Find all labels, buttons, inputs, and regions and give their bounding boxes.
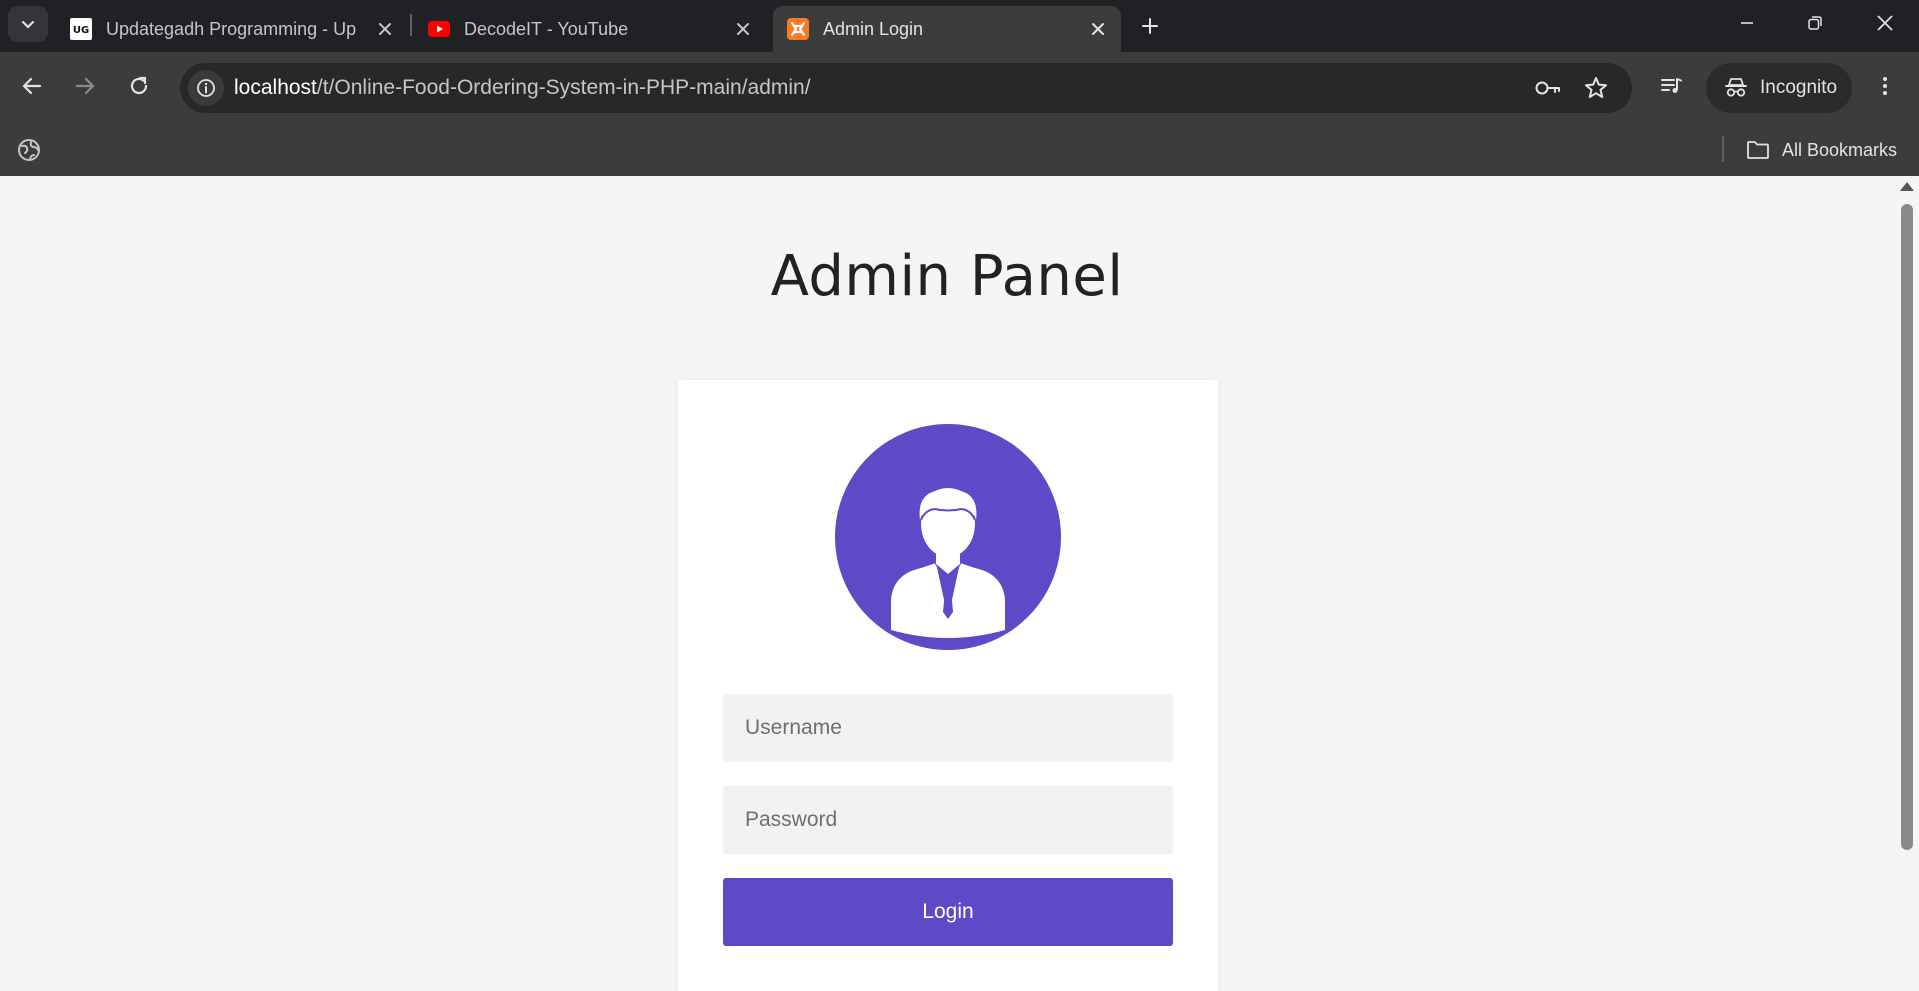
close-icon — [379, 23, 391, 35]
password-input[interactable] — [723, 786, 1173, 854]
plus-icon — [1142, 18, 1158, 34]
admin-avatar — [835, 424, 1061, 650]
close-tab-button[interactable] — [730, 16, 756, 42]
queue-music-icon — [1661, 78, 1682, 93]
tab-title: Admin Login — [823, 18, 924, 39]
tab-admin-login[interactable]: Admin Login — [773, 6, 1121, 52]
close-icon — [737, 23, 749, 35]
url-text: localhost/t/Online-Food-Ordering-System-… — [234, 76, 811, 100]
incognito-label: Incognito — [1760, 77, 1838, 98]
page-viewport: Admin Panel Login — [0, 176, 1919, 991]
tab-title: DecodeIT - YouTube — [464, 18, 629, 39]
close-window-button[interactable] — [1851, 0, 1919, 46]
chevron-down-icon — [21, 20, 35, 29]
reload-icon — [130, 76, 148, 95]
svg-text:UG: UG — [73, 25, 89, 36]
tab-strip: UG Updategadh Programming - Up DecodeIT … — [0, 0, 1919, 52]
username-input[interactable] — [723, 694, 1173, 762]
scroll-up-arrow-icon[interactable] — [1900, 182, 1914, 191]
info-icon — [197, 79, 215, 97]
restore-button[interactable] — [1781, 0, 1849, 46]
xampp-icon — [787, 18, 809, 40]
bookmarks-separator — [1722, 136, 1724, 162]
tab-search-button[interactable] — [8, 6, 48, 42]
password-key-button[interactable] — [1534, 74, 1562, 102]
more-vertical-icon — [1883, 77, 1887, 95]
forward-button[interactable] — [65, 66, 105, 106]
youtube-icon — [428, 21, 450, 37]
all-bookmarks-label: All Bookmarks — [1782, 139, 1898, 160]
tab-updategadh[interactable]: UG Updategadh Programming - Up — [56, 6, 408, 52]
scrollbar-thumb[interactable] — [1901, 204, 1913, 850]
bookmark-star-button[interactable] — [1582, 74, 1610, 102]
new-tab-button[interactable] — [1134, 10, 1166, 42]
close-tab-button[interactable] — [1085, 16, 1111, 42]
minimize-button[interactable] — [1713, 0, 1781, 46]
page-scrollbar[interactable] — [1894, 176, 1919, 991]
browser-toolbar: localhost/t/Online-Food-Ordering-System-… — [0, 52, 1919, 124]
address-bar[interactable]: localhost/t/Online-Food-Ordering-System-… — [180, 63, 1632, 113]
star-icon — [1585, 77, 1607, 98]
globe-icon[interactable] — [16, 137, 42, 163]
close-icon — [1092, 23, 1104, 35]
minimize-icon — [1741, 22, 1753, 24]
arrow-right-icon — [75, 77, 95, 95]
bookmarks-bar: All Bookmarks — [0, 124, 1919, 177]
all-bookmarks-button[interactable]: All Bookmarks — [1746, 136, 1897, 164]
login-card: Login — [678, 380, 1218, 991]
site-info-button[interactable] — [188, 70, 224, 106]
close-icon — [1877, 15, 1893, 31]
incognito-indicator[interactable]: Incognito — [1706, 63, 1852, 113]
updategadh-logo-icon: UG — [70, 18, 92, 40]
user-avatar-icon — [891, 488, 1005, 638]
key-icon — [1535, 81, 1560, 95]
back-button[interactable] — [12, 66, 52, 106]
url-path: /t/Online-Food-Ordering-System-in-PHP-ma… — [316, 76, 811, 99]
restore-icon — [1808, 16, 1822, 30]
close-tab-button[interactable] — [372, 16, 398, 42]
tab-decodeit-youtube[interactable]: DecodeIT - YouTube — [414, 6, 766, 52]
browser-menu-button[interactable] — [1865, 66, 1905, 106]
reload-button[interactable] — [119, 66, 159, 106]
media-controls-button[interactable] — [1651, 66, 1691, 106]
page-title: Admin Panel — [770, 244, 1124, 309]
url-host: localhost — [234, 76, 317, 99]
tab-separator — [410, 14, 412, 36]
folder-icon — [1747, 141, 1769, 159]
arrow-left-icon — [22, 77, 42, 95]
login-button[interactable]: Login — [723, 878, 1173, 946]
tab-title: Updategadh Programming - Up — [106, 18, 357, 39]
incognito-icon — [1725, 78, 1747, 97]
